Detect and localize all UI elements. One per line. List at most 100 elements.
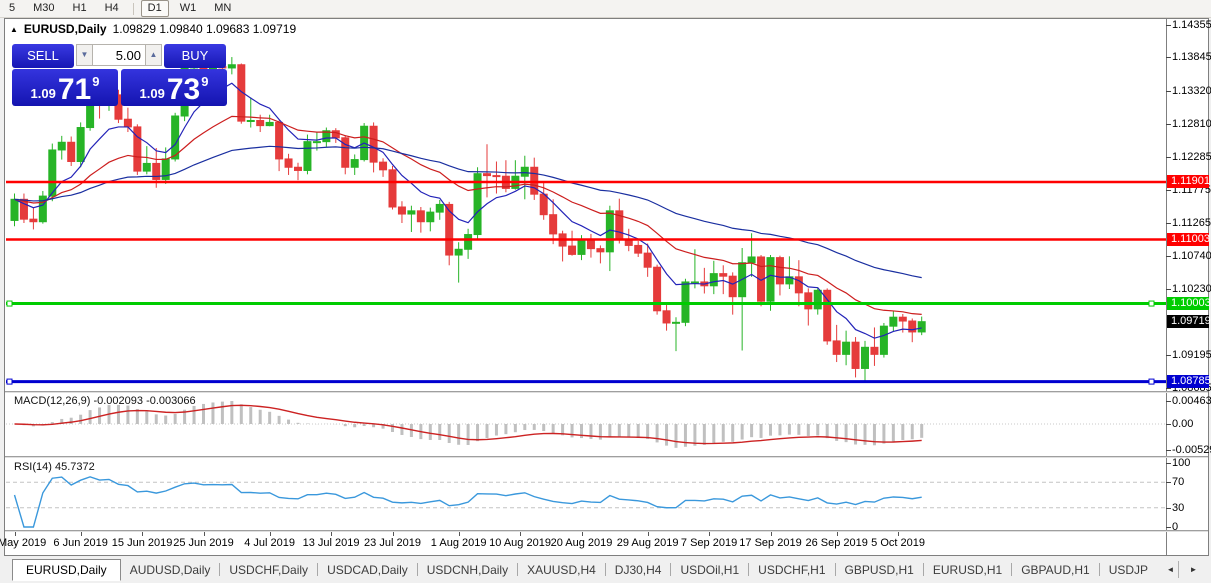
candlestick [918,322,925,332]
date-axis-label: 7 Sep 2019 [681,537,737,549]
candlestick [833,341,840,354]
volume-increase-button[interactable]: ▲ [145,44,162,66]
timeframe-button-mn[interactable]: MN [207,0,238,17]
level-line-handle[interactable] [7,301,12,306]
candlestick [635,245,642,253]
candlestick [276,122,283,159]
buy-price-big: 73 [167,77,200,103]
timeframe-button-m30[interactable]: M30 [26,0,61,17]
sell-price-prefix: 1.09 [31,86,56,101]
candlestick [597,249,604,252]
price-axis-tick: 1.10740 [1172,250,1210,262]
candlestick [814,290,821,309]
rsi-indicator-label: RSI(14) 45.7372 [14,461,95,473]
chart-tab-usdcad-daily[interactable]: USDCAD,Daily [318,560,417,580]
candlestick [710,274,717,286]
candlestick [351,160,358,168]
candlestick [247,120,254,121]
price-axis-divider [1166,19,1167,555]
chart-tab-audusd-daily[interactable]: AUDUSD,Daily [121,560,220,580]
level-price-badge: 1.11003 [1167,233,1209,246]
candlestick [484,174,491,176]
level-line-handle[interactable] [1149,301,1154,306]
level-line-handle[interactable] [7,379,12,384]
tab-scroll-right-button[interactable]: ► [1186,561,1201,578]
volume-decrease-button[interactable]: ▼ [76,44,93,66]
chart-tab-usdoil-h1[interactable]: USDOil,H1 [671,560,748,580]
candlestick [417,211,424,222]
buy-button[interactable]: BUY [164,44,226,68]
date-axis-label: 5 Oct 2019 [871,537,925,549]
chart-tab-usdjp[interactable]: USDJP [1100,560,1157,580]
candlestick [880,326,887,354]
sell-button[interactable]: SELL [12,44,74,68]
date-axis-label: 29 Aug 2019 [617,537,679,549]
level-price-badge: 1.11901 [1167,175,1209,188]
candlestick [587,240,594,248]
buy-price-display[interactable]: 1.09 73 9 [121,69,227,106]
level-line-handle[interactable] [1149,379,1154,384]
rsi-axis-tick: 0 [1172,521,1210,533]
date-axis-label: 15 Jun 2019 [112,537,173,549]
candlestick [644,253,651,267]
candlestick [493,176,500,177]
date-axis-label: 23 Jul 2019 [364,537,421,549]
candlestick [266,122,273,125]
candlestick [455,249,462,255]
price-axis-tick: 1.12810 [1172,118,1210,130]
date-axis-label: 13 Jul 2019 [303,537,360,549]
candlestick [805,293,812,309]
chart-tab-gbpaud-h1[interactable]: GBPAUD,H1 [1012,560,1098,580]
price-axis-tick: 1.12285 [1172,151,1210,163]
candlestick [332,131,339,138]
chart-tab-eurusd-h1[interactable]: EURUSD,H1 [924,560,1011,580]
date-axis-tick [331,532,332,536]
chart-tab-usdchf-h1[interactable]: USDCHF,H1 [749,560,834,580]
volume-input[interactable] [93,44,145,66]
date-axis-tick [15,532,16,536]
rsi-axis-tick: 30 [1172,502,1210,514]
chart-tab-usdchf-daily[interactable]: USDCHF,Daily [220,560,317,580]
chart-tab-xauusd-h4[interactable]: XAUUSD,H4 [518,560,605,580]
candlestick [370,126,377,162]
date-axis-tick [520,532,521,536]
price-axis-tick: 1.13320 [1172,85,1210,97]
candlestick [521,167,528,176]
date-axis-label: 17 Sep 2019 [739,537,801,549]
timeframe-button-h4[interactable]: H4 [98,0,126,17]
buy-price-pipette: 9 [201,74,208,89]
date-axis-label: 1 Aug 2019 [431,537,487,549]
timeframe-button-h1[interactable]: H1 [66,0,94,17]
price-axis-tick: 1.10230 [1172,283,1210,295]
price-axis-tick: 1.09195 [1172,349,1210,361]
date-axis-label: 20 Aug 2019 [551,537,613,549]
chart-tab-bar: EURUSD,DailyAUDUSD,DailyUSDCHF,DailyUSDC… [0,556,1211,583]
candlestick [767,258,774,302]
chart-tab-gbpusd-h1[interactable]: GBPUSD,H1 [836,560,923,580]
tab-scroll-left-button[interactable]: ◄ [1163,561,1179,578]
timeframe-button-d1[interactable]: D1 [141,0,169,17]
candlestick [124,119,131,127]
chart-tab-usdcnh-daily[interactable]: USDCNH,Daily [418,560,517,580]
candlestick [77,128,84,162]
date-axis-label: 28 May 2019 [0,537,46,549]
candlestick [899,317,906,321]
timeframe-button-w1[interactable]: W1 [173,0,204,17]
candlestick [843,342,850,354]
candlestick [380,162,387,170]
toolbar-separator [133,3,134,15]
sell-price-pipette: 9 [92,74,99,89]
candlestick [465,235,472,250]
date-axis-label: 10 Aug 2019 [489,537,551,549]
candlestick [862,347,869,368]
chart-tab-eurusd-daily[interactable]: EURUSD,Daily [12,559,121,581]
price-axis-tick: 1.14355 [1172,19,1210,31]
timeframe-button-5[interactable]: 5 [2,0,22,17]
chart-tab-dj30-h4[interactable]: DJ30,H4 [606,560,671,580]
candlestick [776,258,783,284]
candlestick [285,159,292,167]
candlestick [540,194,547,215]
sell-price-display[interactable]: 1.09 71 9 [12,69,118,106]
candlestick [890,317,897,326]
rsi-panel-canvas[interactable] [6,458,1166,530]
